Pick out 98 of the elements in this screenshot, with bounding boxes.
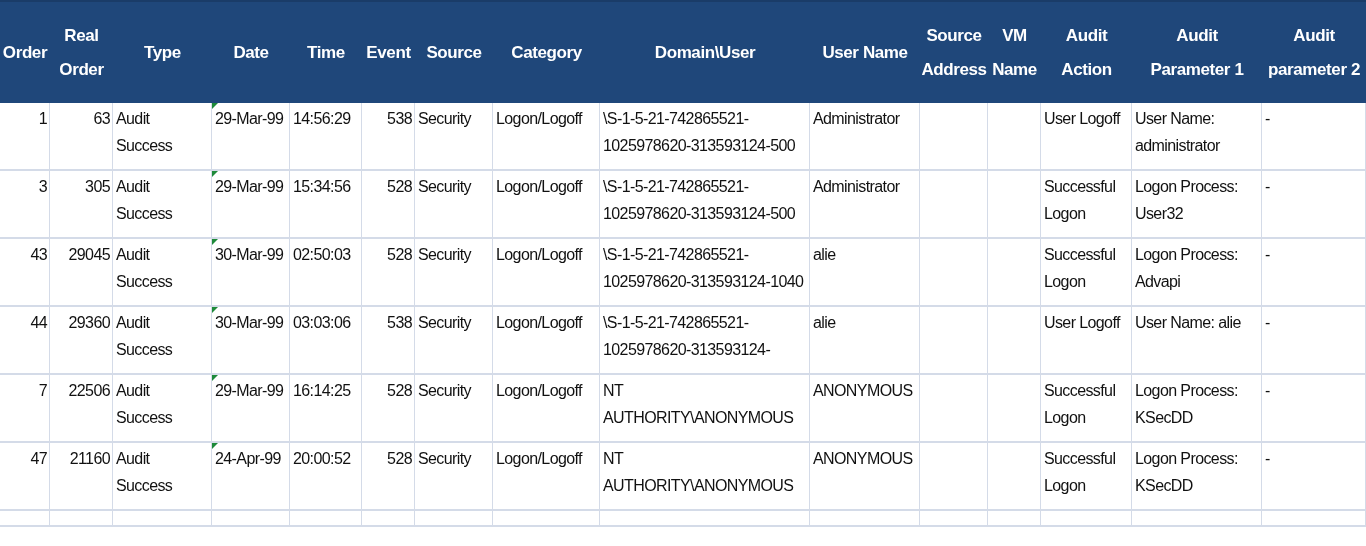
table-cell: Logon/Logoff: [496, 246, 582, 263]
table-cell: NT AUTHORITY\ANONYMOUS: [603, 450, 794, 494]
table-cell: Administrator: [813, 110, 900, 127]
table-cell: 305: [85, 178, 110, 195]
table-cell: 03:03:06: [293, 314, 351, 331]
table-cell: Successful Logon: [1044, 246, 1116, 290]
table-cell: 3: [38, 178, 47, 195]
table-cell: 22506: [68, 382, 110, 399]
table-cell: Audit Success: [116, 450, 173, 494]
table-cell: User Name: administrator: [1135, 110, 1220, 154]
table-cell: Logon/Logoff: [496, 110, 582, 127]
table-cell: Successful Logon: [1044, 450, 1116, 494]
table-cell: Administrator: [813, 178, 900, 195]
table-cell: NT AUTHORITY\ANONYMOUS: [603, 382, 794, 426]
table-cell: 29045: [68, 246, 110, 263]
table-cell: 538: [387, 314, 412, 331]
table-cell: \S-1-5-21-742865521-1025978620-313593124-: [603, 314, 771, 358]
table-cell: 20:00:52: [293, 450, 351, 467]
table-cell: Logon Process: KSecDD: [1135, 450, 1238, 494]
column-header: User Name: [821, 41, 909, 64]
error-indicator-icon: [212, 375, 218, 381]
table-cell: Audit Success: [116, 246, 173, 290]
table-cell: User Logoff: [1044, 314, 1120, 331]
table-cell: 528: [387, 382, 412, 399]
table-cell: Security: [418, 246, 471, 263]
table-cell: Security: [418, 110, 471, 127]
table-cell: 528: [387, 450, 412, 467]
table-cell: 44: [30, 314, 47, 331]
table-cell: 29360: [68, 314, 110, 331]
table-cell: Security: [418, 178, 471, 195]
table-cell: 538: [387, 110, 412, 127]
table-cell: 16:14:25: [293, 382, 351, 399]
table-cell: Audit Success: [116, 382, 173, 426]
table-cell: 528: [387, 178, 412, 195]
table-cell: -: [1265, 450, 1270, 467]
table-cell: 7: [38, 382, 47, 399]
table-cell: Logon Process: User32: [1135, 178, 1238, 222]
table-cell: 1: [38, 110, 47, 127]
table-cell: 15:34:56: [293, 178, 351, 195]
column-header: Date: [232, 41, 270, 64]
table-cell: \S-1-5-21-742865521-1025978620-313593124-500: [603, 178, 796, 222]
column-header: Time: [306, 41, 346, 64]
table-cell: 63: [93, 110, 110, 127]
table-cell: 30-Mar-99: [215, 314, 284, 331]
table-cell: -: [1265, 314, 1270, 331]
column-header: Order: [1, 41, 49, 64]
table-cell: 29-Mar-99: [215, 110, 284, 127]
table-cell: Logon Process: Advapi: [1135, 246, 1238, 290]
column-header: Audit parameter 2: [1267, 24, 1361, 81]
column-header: Event: [365, 41, 412, 64]
table-cell: Logon/Logoff: [496, 450, 582, 467]
column-header: Audit Parameter 1: [1149, 24, 1245, 81]
table-cell: \S-1-5-21-742865521-1025978620-313593124-1040: [603, 246, 804, 290]
table-cell: -: [1265, 110, 1270, 127]
table-cell: 14:56:29: [293, 110, 351, 127]
column-header: VM Name: [991, 24, 1038, 81]
table-cell: Security: [418, 450, 471, 467]
table-cell: 43: [30, 246, 47, 263]
table-cell: Audit Success: [116, 110, 173, 154]
table-cell: Security: [418, 314, 471, 331]
table-cell: -: [1265, 178, 1270, 195]
table-cell: 30-Mar-99: [215, 246, 284, 263]
table-cell: 29-Mar-99: [215, 382, 284, 399]
column-header: Real Order: [58, 24, 105, 81]
column-header: Audit Action: [1060, 24, 1113, 81]
error-indicator-icon: [212, 171, 218, 177]
table-cell: Logon/Logoff: [496, 382, 582, 399]
table-cell: Audit Success: [116, 314, 173, 358]
column-header: Type: [143, 41, 182, 64]
column-header: Source Address: [920, 24, 988, 81]
table-cell: 528: [387, 246, 412, 263]
table-cell: ANONYMOUS: [813, 450, 913, 467]
table-cell: 24-Apr-99: [215, 450, 281, 467]
column-header: Source: [425, 41, 483, 64]
table-cell: 29-Mar-99: [215, 178, 284, 195]
column-header: Domain\User: [653, 41, 757, 64]
column-header: Category: [510, 41, 583, 64]
table-cell: -: [1265, 246, 1270, 263]
table-cell: Successful Logon: [1044, 178, 1116, 222]
table-cell: User Name: alie: [1135, 314, 1241, 331]
table-cell: \S-1-5-21-742865521-1025978620-313593124-500: [603, 110, 796, 154]
table-cell: Successful Logon: [1044, 382, 1116, 426]
table-cell: Security: [418, 382, 471, 399]
table-cell: alie: [813, 246, 836, 263]
table-cell: 02:50:03: [293, 246, 351, 263]
table-cell: -: [1265, 382, 1270, 399]
error-indicator-icon: [212, 443, 218, 449]
table-cell: Logon/Logoff: [496, 314, 582, 331]
error-indicator-icon: [212, 239, 218, 245]
table-cell: 47: [30, 450, 47, 467]
table-cell: 21160: [69, 450, 110, 467]
table-cell: alie: [813, 314, 836, 331]
error-indicator-icon: [212, 307, 218, 313]
table-cell: Logon/Logoff: [496, 178, 582, 195]
table-cell: Logon Process: KSecDD: [1135, 382, 1238, 426]
table-cell: Audit Success: [116, 178, 173, 222]
table-cell: User Logoff: [1044, 110, 1120, 127]
table-cell: ANONYMOUS: [813, 382, 913, 399]
